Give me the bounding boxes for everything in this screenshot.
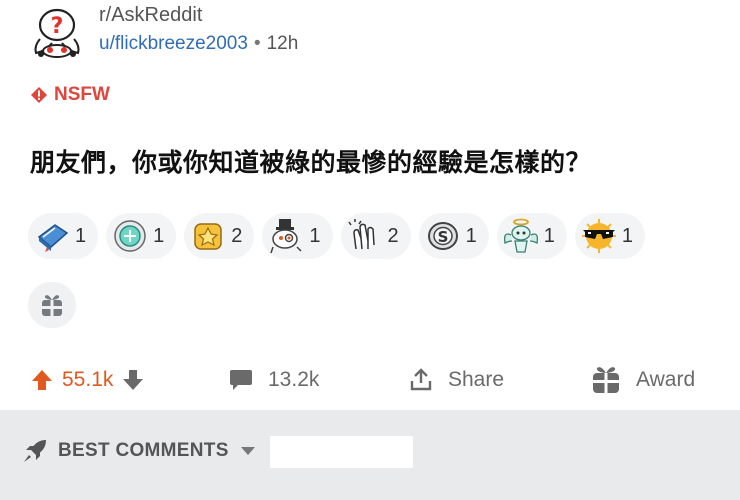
- awards-row: 1 1 2 1 2 S 1 1 1: [28, 213, 645, 259]
- meta-separator: •: [253, 33, 261, 54]
- gift-icon: [593, 367, 619, 393]
- add-gift-icon: [42, 295, 62, 316]
- sort-comments-dropdown[interactable]: BEST COMMENTS: [22, 438, 255, 464]
- clapping-hands-icon: [347, 219, 375, 250]
- silver-coin-icon: S: [427, 222, 458, 250]
- post-title[interactable]: 朋友們，你或你知道被綠的最慘的經驗是怎樣的？: [30, 143, 591, 179]
- award-count: 1: [309, 224, 321, 247]
- sort-label: BEST COMMENTS: [58, 440, 229, 461]
- post-meta: u/flickbreeze2003 • 12h: [99, 33, 298, 55]
- award-count: 1: [75, 224, 87, 247]
- award-count: 1: [621, 224, 633, 247]
- book-award-icon: [37, 224, 69, 252]
- svg-text:?: ?: [51, 14, 64, 39]
- award-count: 1: [153, 224, 165, 247]
- post-age: 12h: [266, 33, 299, 54]
- comments-toolbar: BEST COMMENTS: [0, 410, 740, 500]
- award-count: 1: [543, 224, 555, 247]
- rocket-icon: [24, 440, 46, 462]
- share-label: Share: [448, 368, 505, 391]
- award-button[interactable]: Award: [590, 356, 695, 404]
- downvote-arrow-icon[interactable]: [121, 368, 145, 392]
- sunglasses-sun-icon: [581, 219, 616, 253]
- comments-count: 13.2k: [268, 368, 320, 391]
- share-button[interactable]: Share: [408, 356, 504, 404]
- comments-button[interactable]: 13.2k: [228, 356, 319, 404]
- nsfw-diamond-icon: [31, 87, 47, 103]
- upvote-count: 55.1k: [62, 368, 114, 391]
- comment-input-box[interactable]: [270, 436, 413, 468]
- post-actions-bar: 55.1k 13.2k Share Award: [0, 356, 740, 404]
- comment-bubble-icon: [230, 370, 252, 390]
- snoo-monocle-icon: [270, 219, 302, 254]
- award-clap[interactable]: 2: [340, 213, 411, 259]
- award-count: 2: [387, 224, 399, 247]
- award-snoo[interactable]: 1: [262, 213, 333, 259]
- upvote-arrow-icon[interactable]: [30, 368, 54, 392]
- award-count: 2: [231, 224, 243, 247]
- award-count: 1: [465, 224, 477, 247]
- award-seal[interactable]: 1: [106, 213, 177, 259]
- award-gold[interactable]: 2: [184, 213, 255, 259]
- award-sunglasses[interactable]: 1: [574, 213, 645, 259]
- caret-down-icon: [240, 447, 255, 455]
- nsfw-label: NSFW: [54, 84, 110, 105]
- award-silver[interactable]: S 1: [418, 213, 489, 259]
- add-award-button[interactable]: [28, 282, 76, 328]
- angel-snoo-icon: [503, 218, 538, 253]
- award-label: Award: [636, 368, 696, 391]
- wholesome-seal-icon: [114, 220, 146, 252]
- gold-star-icon: [194, 223, 222, 250]
- share-icon: [410, 368, 432, 391]
- askreddit-avatar-icon[interactable]: ?: [26, 4, 88, 60]
- award-angel[interactable]: 1: [496, 213, 567, 259]
- nsfw-badge: NSFW: [30, 84, 110, 106]
- author-link[interactable]: u/flickbreeze2003: [99, 33, 248, 54]
- vote-group: 55.1k: [30, 356, 145, 404]
- award-book[interactable]: 1: [28, 213, 99, 259]
- post-header: ? r/AskReddit u/flickbreeze2003 • 12h: [0, 0, 740, 62]
- svg-text:S: S: [437, 228, 448, 246]
- subreddit-name[interactable]: r/AskReddit: [99, 4, 202, 27]
